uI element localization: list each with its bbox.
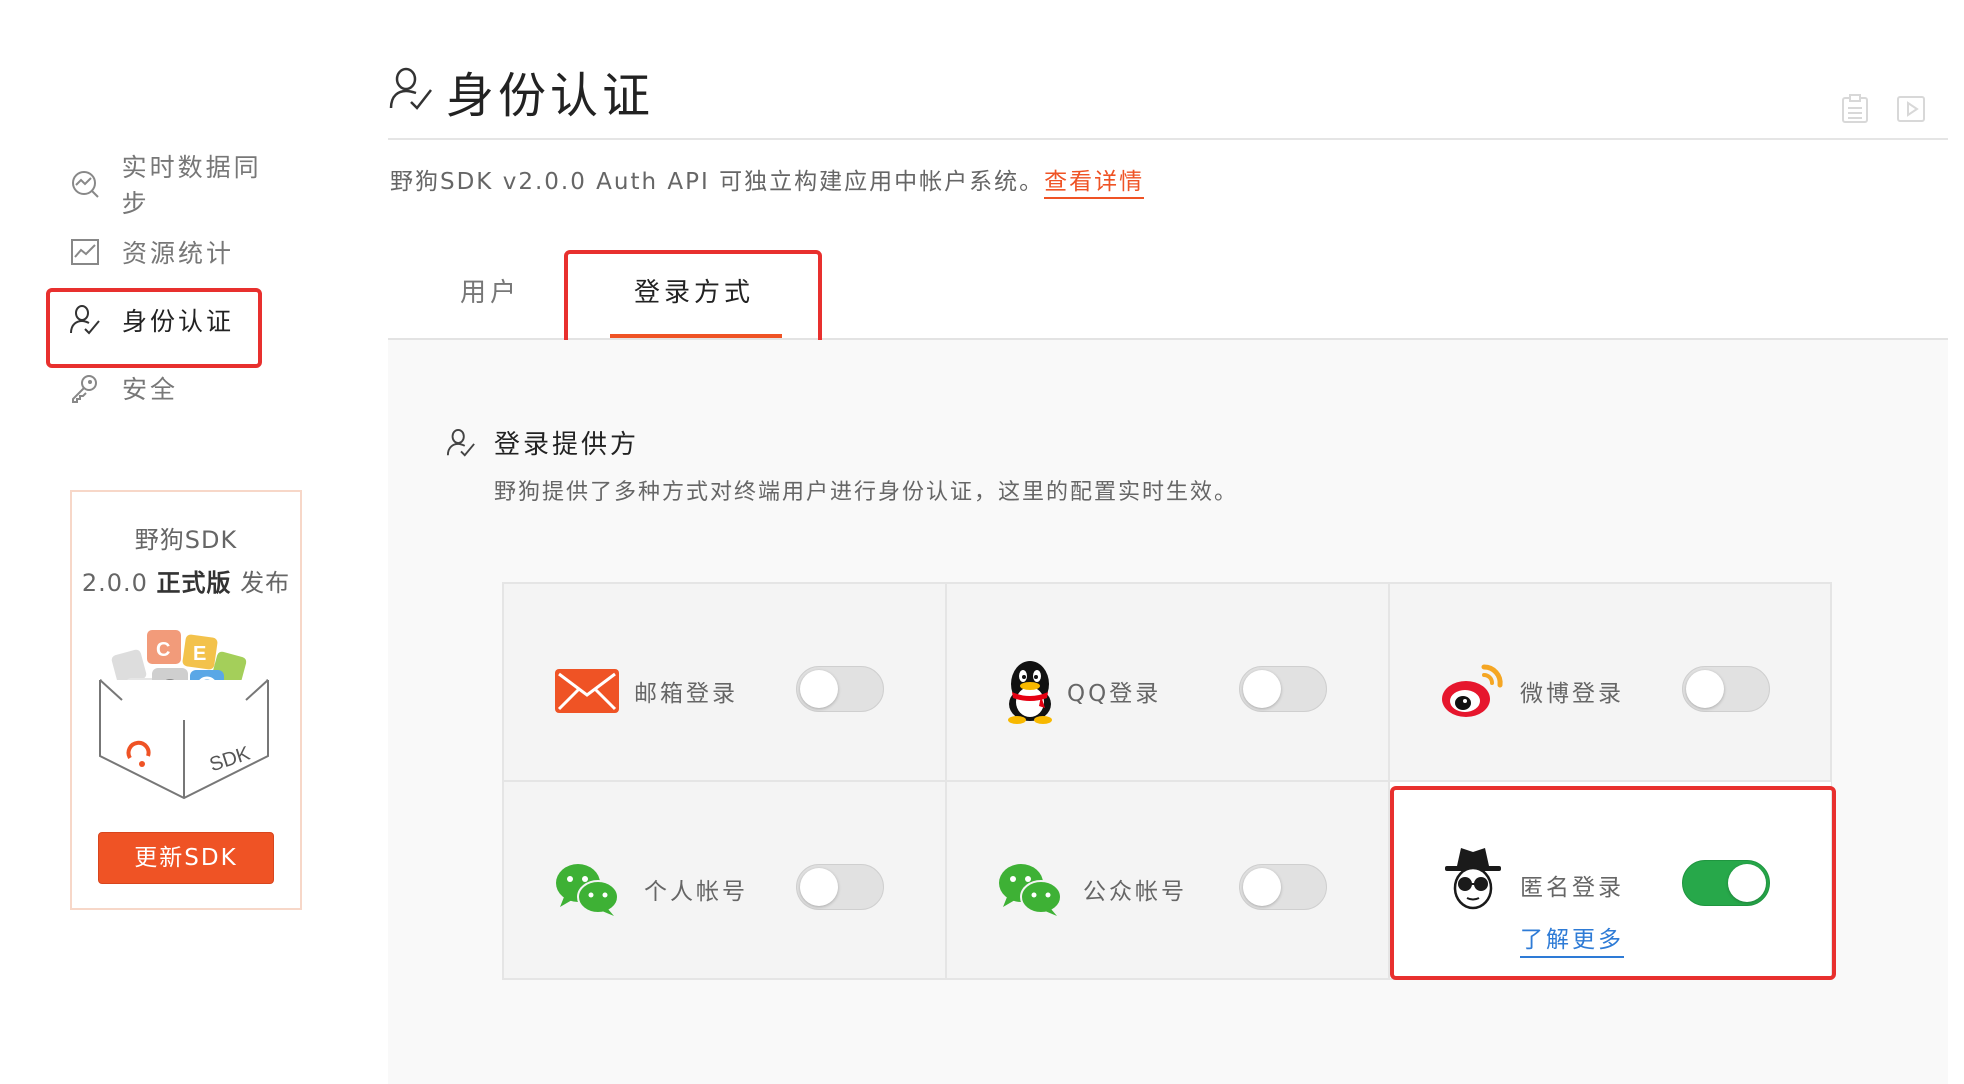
toggle-knob — [1243, 868, 1281, 906]
sidebar-item-security[interactable]: 安全 — [68, 354, 288, 422]
svg-text:E: E — [193, 643, 206, 665]
sidebar-item-label: 资源统计 — [122, 239, 235, 268]
sidebar-item-label: 安全 — [122, 375, 179, 404]
email-login-toggle[interactable] — [796, 666, 884, 712]
promo-release: 发布 — [240, 569, 291, 597]
sdk-box-illustration: C E SDK — [92, 618, 282, 822]
key-icon — [68, 371, 102, 405]
realtime-sync-icon — [68, 167, 102, 201]
sidebar-item-label: 实时数据同步 — [121, 153, 262, 218]
provider-name: 公众帐号 — [1083, 879, 1187, 905]
provider-qq: QQ登录 — [945, 584, 1388, 782]
qq-penguin-icon — [997, 658, 1063, 724]
email-icon — [554, 658, 620, 724]
provider-wechat-personal: 个人帐号 — [504, 780, 947, 978]
sidebar-item-auth[interactable]: 身份认证 — [46, 286, 288, 368]
promo-title: 野狗SDK — [134, 526, 238, 554]
user-auth-icon — [446, 428, 476, 462]
svg-text:C: C — [156, 639, 170, 661]
page-description: 野狗SDK v2.0.0 Auth API 可独立构建应用中帐户系统。查看详情 — [390, 162, 1145, 199]
user-auth-icon — [388, 66, 434, 116]
provider-name: 邮箱登录 — [634, 681, 738, 707]
sidebar-item-realtime-sync[interactable]: 实时数据同步 — [68, 150, 288, 218]
sdk-promo-card: 野狗SDK 2.0.0 正式版 发布 C E SDK 更新SDK — [70, 490, 302, 910]
sidebar: 实时数据同步 资源统计 身份认证 安全 野狗SDK 2.0.0 正式版 发布 C… — [0, 0, 380, 1084]
sidebar-nav: 实时数据同步 资源统计 身份认证 安全 — [46, 150, 288, 422]
weibo-icon — [1440, 658, 1506, 724]
update-sdk-button[interactable]: 更新SDK — [98, 832, 274, 884]
provider-email: 邮箱登录 — [504, 584, 947, 782]
description-text: 野狗SDK v2.0.0 Auth API 可独立构建应用中帐户系统。 — [390, 169, 1045, 195]
page-title: 身份认证 — [446, 68, 655, 124]
tab-users[interactable]: 用户 — [460, 272, 520, 309]
provider-weibo: 微博登录 — [1388, 584, 1831, 782]
toggle-knob — [1243, 670, 1281, 708]
wechat-icon — [554, 856, 620, 922]
toggle-knob — [1686, 670, 1724, 708]
wechat-personal-toggle[interactable] — [796, 864, 884, 910]
weibo-login-toggle[interactable] — [1682, 666, 1770, 712]
stats-chart-icon — [68, 235, 102, 269]
video-play-icon[interactable] — [1896, 94, 1926, 124]
view-details-link[interactable]: 查看详情 — [1044, 169, 1145, 199]
provider-wechat-official: 公众帐号 — [945, 780, 1388, 978]
sidebar-item-label: 身份认证 — [122, 307, 235, 336]
wechat-icon — [997, 856, 1063, 922]
provider-name: QQ登录 — [1067, 681, 1162, 707]
clipboard-icon[interactable] — [1840, 94, 1870, 124]
qq-login-toggle[interactable] — [1239, 666, 1327, 712]
anonymous-highlight-box — [1390, 786, 1836, 980]
wechat-official-toggle[interactable] — [1239, 864, 1327, 910]
toggle-knob — [800, 868, 838, 906]
header-divider — [388, 138, 1948, 140]
provider-name: 微博登录 — [1520, 681, 1624, 707]
promo-edition: 正式版 — [156, 569, 232, 597]
provider-name: 个人帐号 — [644, 879, 748, 905]
section-description: 野狗提供了多种方式对终端用户进行身份认证，这里的配置实时生效。 — [494, 480, 1239, 505]
section-title: 登录提供方 — [494, 430, 640, 460]
sidebar-item-stats[interactable]: 资源统计 — [68, 218, 288, 286]
user-auth-icon — [68, 303, 102, 337]
toggle-knob — [800, 670, 838, 708]
promo-subtitle: 2.0.0 正式版 发布 — [72, 563, 300, 598]
promo-version: 2.0.0 — [81, 569, 148, 597]
